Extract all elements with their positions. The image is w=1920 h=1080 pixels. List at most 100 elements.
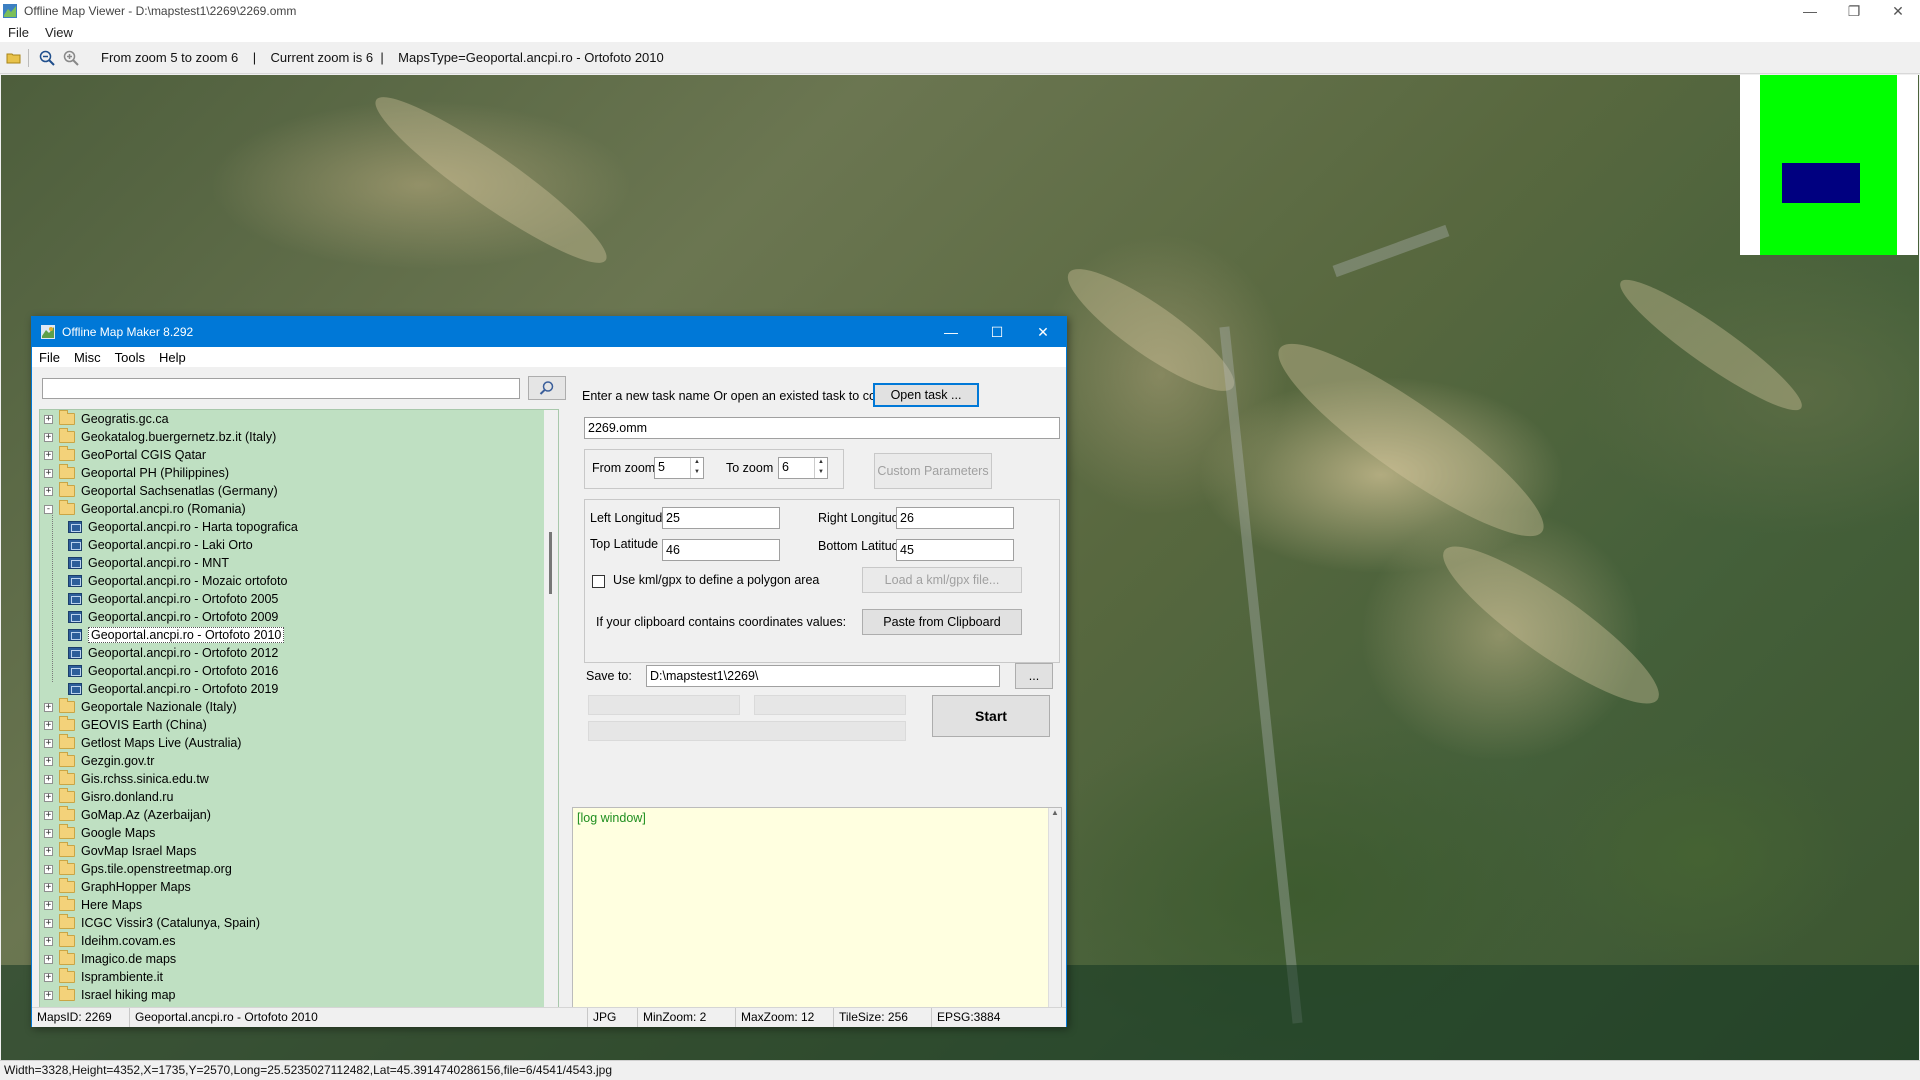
expand-icon[interactable]: + [44,432,53,442]
expand-icon[interactable]: + [44,774,53,784]
tree-folder-item[interactable]: + Isprambiente.it [40,968,163,986]
tree-folder-item[interactable]: + Ideihm.covam.es [40,932,175,950]
expand-icon[interactable]: + [44,468,53,478]
tree-folder-item[interactable]: + GoMap.Az (Azerbaijan) [40,806,211,824]
minimize-button[interactable]: — [1788,0,1832,22]
to-zoom-down-icon[interactable]: ▼ [815,468,827,478]
tree-folder-item[interactable]: - Geoportal.ancpi.ro (Romania) [40,500,246,518]
tree-folder-item[interactable]: + Geokatalog.buergernetz.bz.it (Italy) [40,428,276,446]
expand-icon[interactable]: + [44,936,53,946]
expand-icon[interactable]: + [44,846,53,856]
top-latitude-field[interactable]: 46 [662,539,780,561]
expand-icon[interactable]: + [44,864,53,874]
expand-icon[interactable]: + [44,810,53,820]
tree-folder-item[interactable]: + GraphHopper Maps [40,878,191,896]
menu-file[interactable]: File [0,25,37,40]
expand-icon[interactable]: + [44,882,53,892]
expand-icon[interactable]: + [44,738,53,748]
expand-icon[interactable]: + [44,918,53,928]
search-input[interactable] [42,378,520,399]
tree-folder-item[interactable]: + Israel hiking map [40,986,176,1004]
expand-icon[interactable]: + [44,414,53,424]
from-zoom-stepper[interactable]: 5 ▲ ▼ [654,457,704,479]
tree-map-item[interactable]: Geoportal.ancpi.ro - Harta topografica [68,518,298,536]
custom-parameters-button[interactable]: Custom Parameters [874,453,992,489]
browse-button[interactable]: ... [1015,663,1053,689]
open-folder-icon[interactable] [4,48,24,68]
tree-folder-item[interactable]: + Here Maps [40,896,142,914]
tree-folder-item[interactable]: + Geoportale Nazionale (Italy) [40,698,237,716]
expand-icon[interactable]: + [44,972,53,982]
tree-folder-item[interactable]: + ICGC Vissir3 (Catalunya, Spain) [40,914,260,932]
use-kml-checkbox[interactable] [592,575,605,588]
dialog-minimize-button[interactable]: — [928,317,974,347]
expand-icon[interactable]: + [44,450,53,460]
minimap-viewport[interactable] [1782,163,1860,203]
map-source-tree[interactable]: + Geogratis.gc.ca + Geokatalog.buergernetz.… [39,409,559,1009]
expand-icon[interactable]: + [44,756,53,766]
to-zoom-stepper[interactable]: 6 ▲ ▼ [778,457,828,479]
maximize-button[interactable]: ❐ [1832,0,1876,22]
search-button[interactable] [528,376,566,400]
dialog-menu-misc[interactable]: Misc [67,350,108,365]
folder-icon [59,914,75,929]
dialog-close-button[interactable]: ✕ [1020,317,1066,347]
dialog-menu-help[interactable]: Help [152,350,193,365]
tree-map-item[interactable]: Geoportal.ancpi.ro - Ortofoto 2019 [68,680,278,698]
dialog-menu-file[interactable]: File [32,350,67,365]
expand-icon[interactable]: + [44,792,53,802]
expand-icon[interactable]: + [44,828,53,838]
expand-icon[interactable]: + [44,720,53,730]
expand-icon[interactable]: + [44,486,53,496]
tree-folder-item[interactable]: + Geogratis.gc.ca [40,410,169,428]
zoom-in-icon[interactable] [61,48,81,68]
right-longitude-field[interactable]: 26 [896,507,1014,529]
expand-icon[interactable]: + [44,954,53,964]
tree-map-item[interactable]: Geoportal.ancpi.ro - Ortofoto 2005 [68,590,278,608]
start-button[interactable]: Start [932,695,1050,737]
bottom-latitude-field[interactable]: 45 [896,539,1014,561]
tree-folder-item[interactable]: + Gisro.donland.ru [40,788,173,806]
tree-map-item[interactable]: Geoportal.ancpi.ro - Ortofoto 2012 [68,644,278,662]
tree-scrollbar[interactable] [544,410,558,1008]
expand-icon[interactable]: + [44,900,53,910]
menu-view[interactable]: View [37,25,81,40]
open-task-button[interactable]: Open task ... [873,383,979,407]
expand-icon[interactable]: + [44,702,53,712]
tree-map-item[interactable]: Geoportal.ancpi.ro - Mozaic ortofoto [68,572,287,590]
tree-folder-item[interactable]: + GeoPortal CGIS Qatar [40,446,206,464]
close-button[interactable]: ✕ [1876,0,1920,22]
left-longitude-field[interactable]: 25 [662,507,780,529]
save-to-field[interactable]: D:\mapstest1\2269\ [646,665,1000,687]
tree-map-item[interactable]: Geoportal.ancpi.ro - Ortofoto 2016 [68,662,278,680]
tree-folder-item[interactable]: + Gezgin.gov.tr [40,752,154,770]
tree-folder-item[interactable]: + Geoportal Sachsenatlas (Germany) [40,482,278,500]
tree-folder-item[interactable]: + Geoportal PH (Philippines) [40,464,229,482]
expand-icon[interactable]: + [44,990,53,1000]
tree-folder-item[interactable]: + Gps.tile.openstreetmap.org [40,860,232,878]
log-scrollbar[interactable]: ▲ [1048,808,1061,1018]
tree-folder-item[interactable]: + GEOVIS Earth (China) [40,716,207,734]
log-window[interactable]: [log window] ▲ [572,807,1062,1019]
zoom-out-icon[interactable] [37,48,57,68]
tree-folder-item[interactable]: + GovMap Israel Maps [40,842,196,860]
from-zoom-up-icon[interactable]: ▲ [691,458,703,468]
tree-folder-item[interactable]: + Getlost Maps Live (Australia) [40,734,241,752]
tree-folder-item[interactable]: + Google Maps [40,824,155,842]
task-name-field[interactable]: 2269.omm [584,417,1060,439]
tree-map-item[interactable]: Geoportal.ancpi.ro - MNT [68,554,229,572]
tree-folder-item[interactable]: + Imagico.de maps [40,950,176,968]
tree-map-item[interactable]: Geoportal.ancpi.ro - Ortofoto 2009 [68,608,278,626]
viewer-toolbar: From zoom 5 to zoom 6 | Current zoom is … [0,42,1920,74]
minimap[interactable] [1740,75,1918,255]
from-zoom-down-icon[interactable]: ▼ [691,468,703,478]
collapse-icon[interactable]: - [44,504,53,514]
tree-map-item[interactable]: Geoportal.ancpi.ro - Ortofoto 2010 [68,626,285,644]
dialog-menu-tools[interactable]: Tools [108,350,152,365]
tree-folder-item[interactable]: + Gis.rchss.sinica.edu.tw [40,770,209,788]
tree-map-item[interactable]: Geoportal.ancpi.ro - Laki Orto [68,536,253,554]
load-kml-button[interactable]: Load a kml/gpx file... [862,567,1022,593]
dialog-maximize-button[interactable]: ☐ [974,317,1020,347]
paste-from-clipboard-button[interactable]: Paste from Clipboard [862,609,1022,635]
to-zoom-up-icon[interactable]: ▲ [815,458,827,468]
